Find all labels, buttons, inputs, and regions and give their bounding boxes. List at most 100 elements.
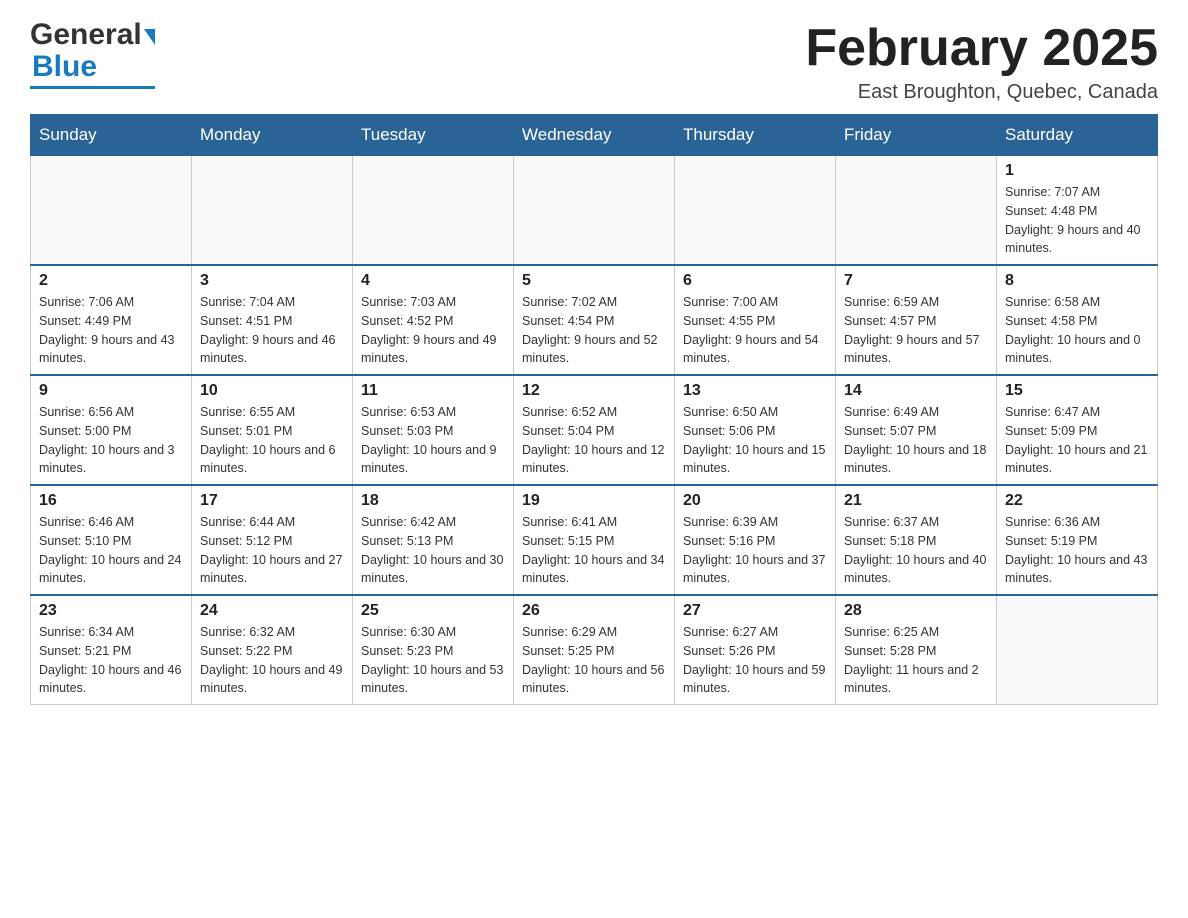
calendar-week-row: 1Sunrise: 7:07 AMSunset: 4:48 PMDaylight… <box>31 156 1158 266</box>
table-row: 3 Sunrise: 7:04 AMSunset: 4:51 PMDaylight… <box>192 265 353 375</box>
table-row: 26 Sunrise: 6:29 AMSunset: 5:25 PMDayligh… <box>514 595 675 705</box>
table-row <box>192 156 353 266</box>
table-row: 1Sunrise: 7:07 AMSunset: 4:48 PMDaylight… <box>997 156 1158 266</box>
day-number: 12 <box>522 382 666 400</box>
col-saturday: Saturday <box>997 115 1158 156</box>
table-row: 27 Sunrise: 6:27 AMSunset: 5:26 PMDayligh… <box>675 595 836 705</box>
day-info: Sunrise: 7:00 AMSunset: 4:55 PMDaylight:… <box>683 293 827 368</box>
table-row <box>836 156 997 266</box>
day-number: 16 <box>39 492 183 510</box>
day-number: 13 <box>683 382 827 400</box>
table-row <box>31 156 192 266</box>
day-number: 21 <box>844 492 988 510</box>
calendar-header-row: Sunday Monday Tuesday Wednesday Thursday… <box>31 115 1158 156</box>
day-info: Sunrise: 6:37 AMSunset: 5:18 PMDaylight:… <box>844 513 988 588</box>
day-info: Sunrise: 6:36 AMSunset: 5:19 PMDaylight:… <box>1005 513 1149 588</box>
table-row: 10 Sunrise: 6:55 AMSunset: 5:01 PMDayligh… <box>192 375 353 485</box>
day-number: 3 <box>200 272 344 290</box>
col-tuesday: Tuesday <box>353 115 514 156</box>
location: East Broughton, Quebec, Canada <box>805 81 1158 104</box>
day-number: 15 <box>1005 382 1149 400</box>
day-info: Sunrise: 6:52 AMSunset: 5:04 PMDaylight:… <box>522 403 666 478</box>
table-row: 2 Sunrise: 7:06 AMSunset: 4:49 PMDaylight… <box>31 265 192 375</box>
day-number: 25 <box>361 602 505 620</box>
day-info: Sunrise: 6:49 AMSunset: 5:07 PMDaylight:… <box>844 403 988 478</box>
day-info: Sunrise: 6:58 AMSunset: 4:58 PMDaylight:… <box>1005 293 1149 368</box>
day-info: Sunrise: 6:59 AMSunset: 4:57 PMDaylight:… <box>844 293 988 368</box>
day-info: Sunrise: 6:53 AMSunset: 5:03 PMDaylight:… <box>361 403 505 478</box>
day-number: 19 <box>522 492 666 510</box>
col-wednesday: Wednesday <box>514 115 675 156</box>
table-row: 18 Sunrise: 6:42 AMSunset: 5:13 PMDayligh… <box>353 485 514 595</box>
day-info: Sunrise: 6:47 AMSunset: 5:09 PMDaylight:… <box>1005 403 1149 478</box>
page-header: General Blue February 2025 East Broughto… <box>30 20 1158 104</box>
day-number: 7 <box>844 272 988 290</box>
table-row: 24 Sunrise: 6:32 AMSunset: 5:22 PMDayligh… <box>192 595 353 705</box>
table-row: 11 Sunrise: 6:53 AMSunset: 5:03 PMDayligh… <box>353 375 514 485</box>
calendar-week-row: 23 Sunrise: 6:34 AMSunset: 5:21 PMDayligh… <box>31 595 1158 705</box>
day-info: Sunrise: 6:39 AMSunset: 5:16 PMDaylight:… <box>683 513 827 588</box>
table-row: 8 Sunrise: 6:58 AMSunset: 4:58 PMDaylight… <box>997 265 1158 375</box>
day-info: Sunrise: 6:27 AMSunset: 5:26 PMDaylight:… <box>683 623 827 698</box>
calendar-week-row: 9 Sunrise: 6:56 AMSunset: 5:00 PMDaylight… <box>31 375 1158 485</box>
day-number: 17 <box>200 492 344 510</box>
table-row: 21 Sunrise: 6:37 AMSunset: 5:18 PMDayligh… <box>836 485 997 595</box>
col-thursday: Thursday <box>675 115 836 156</box>
logo-blue: Blue <box>30 50 97 84</box>
day-number: 2 <box>39 272 183 290</box>
calendar-week-row: 2 Sunrise: 7:06 AMSunset: 4:49 PMDaylight… <box>31 265 1158 375</box>
day-info: Sunrise: 6:32 AMSunset: 5:22 PMDaylight:… <box>200 623 344 698</box>
col-friday: Friday <box>836 115 997 156</box>
day-number: 11 <box>361 382 505 400</box>
day-number: 8 <box>1005 272 1149 290</box>
day-info: Sunrise: 7:03 AMSunset: 4:52 PMDaylight:… <box>361 293 505 368</box>
day-number: 22 <box>1005 492 1149 510</box>
calendar-week-row: 16Sunrise: 6:46 AMSunset: 5:10 PMDayligh… <box>31 485 1158 595</box>
day-info: Sunrise: 6:30 AMSunset: 5:23 PMDaylight:… <box>361 623 505 698</box>
day-info: Sunrise: 6:29 AMSunset: 5:25 PMDaylight:… <box>522 623 666 698</box>
logo-line <box>30 86 155 89</box>
day-info: Sunrise: 6:55 AMSunset: 5:01 PMDaylight:… <box>200 403 344 478</box>
col-sunday: Sunday <box>31 115 192 156</box>
day-info: Sunrise: 6:56 AMSunset: 5:00 PMDaylight:… <box>39 403 183 478</box>
table-row: 23 Sunrise: 6:34 AMSunset: 5:21 PMDayligh… <box>31 595 192 705</box>
table-row: 17 Sunrise: 6:44 AMSunset: 5:12 PMDayligh… <box>192 485 353 595</box>
table-row: 5 Sunrise: 7:02 AMSunset: 4:54 PMDaylight… <box>514 265 675 375</box>
day-number: 24 <box>200 602 344 620</box>
table-row: 20Sunrise: 6:39 AMSunset: 5:16 PMDayligh… <box>675 485 836 595</box>
day-number: 4 <box>361 272 505 290</box>
table-row: 19Sunrise: 6:41 AMSunset: 5:15 PMDayligh… <box>514 485 675 595</box>
day-info: Sunrise: 7:04 AMSunset: 4:51 PMDaylight:… <box>200 293 344 368</box>
day-number: 18 <box>361 492 505 510</box>
table-row: 15 Sunrise: 6:47 AMSunset: 5:09 PMDayligh… <box>997 375 1158 485</box>
table-row: 16Sunrise: 6:46 AMSunset: 5:10 PMDayligh… <box>31 485 192 595</box>
day-info: Sunrise: 6:44 AMSunset: 5:12 PMDaylight:… <box>200 513 344 588</box>
month-title: February 2025 <box>805 20 1158 77</box>
day-number: 28 <box>844 602 988 620</box>
day-number: 10 <box>200 382 344 400</box>
table-row <box>675 156 836 266</box>
day-info: Sunrise: 6:34 AMSunset: 5:21 PMDaylight:… <box>39 623 183 698</box>
table-row <box>353 156 514 266</box>
day-info: Sunrise: 6:25 AMSunset: 5:28 PMDaylight:… <box>844 623 988 698</box>
table-row: 14 Sunrise: 6:49 AMSunset: 5:07 PMDayligh… <box>836 375 997 485</box>
day-number: 23 <box>39 602 183 620</box>
day-info: Sunrise: 6:42 AMSunset: 5:13 PMDaylight:… <box>361 513 505 588</box>
day-number: 27 <box>683 602 827 620</box>
col-monday: Monday <box>192 115 353 156</box>
table-row: 7 Sunrise: 6:59 AMSunset: 4:57 PMDaylight… <box>836 265 997 375</box>
day-number: 1 <box>1005 162 1149 180</box>
day-number: 5 <box>522 272 666 290</box>
day-number: 9 <box>39 382 183 400</box>
table-row: 6Sunrise: 7:00 AMSunset: 4:55 PMDaylight… <box>675 265 836 375</box>
table-row: 4 Sunrise: 7:03 AMSunset: 4:52 PMDaylight… <box>353 265 514 375</box>
table-row <box>514 156 675 266</box>
table-row: 22 Sunrise: 6:36 AMSunset: 5:19 PMDayligh… <box>997 485 1158 595</box>
day-number: 14 <box>844 382 988 400</box>
title-area: February 2025 East Broughton, Quebec, Ca… <box>805 20 1158 104</box>
day-info: Sunrise: 7:02 AMSunset: 4:54 PMDaylight:… <box>522 293 666 368</box>
day-info: Sunrise: 7:06 AMSunset: 4:49 PMDaylight:… <box>39 293 183 368</box>
table-row: 25 Sunrise: 6:30 AMSunset: 5:23 PMDayligh… <box>353 595 514 705</box>
day-number: 26 <box>522 602 666 620</box>
calendar: Sunday Monday Tuesday Wednesday Thursday… <box>30 114 1158 705</box>
